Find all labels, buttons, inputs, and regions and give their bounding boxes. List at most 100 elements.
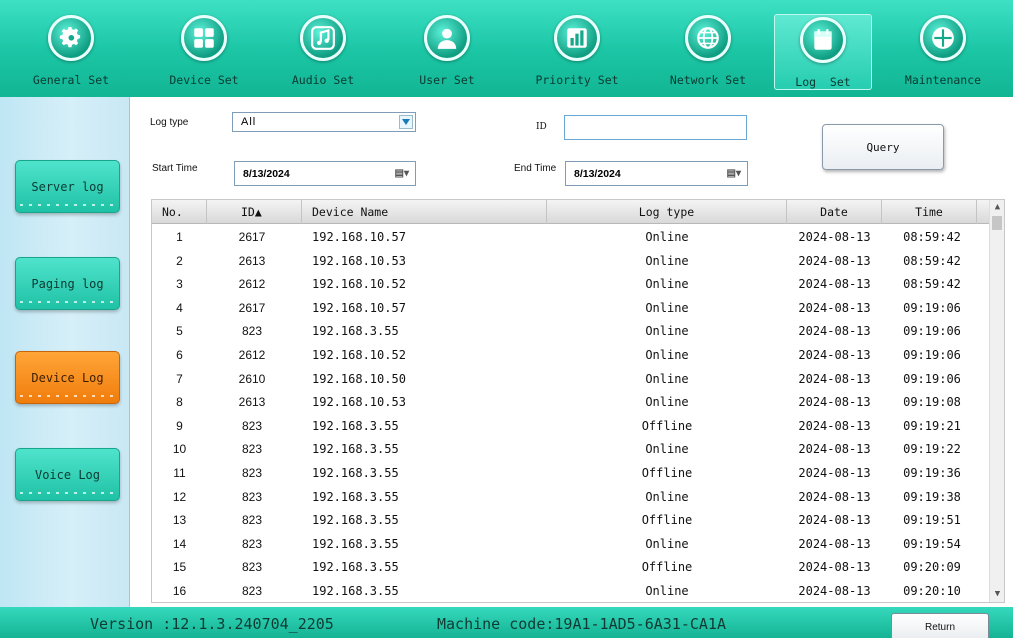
cell-log-type: Online (645, 395, 689, 410)
tab-label: Priority Set (535, 73, 619, 87)
cell-time: 09:19:51 (903, 513, 961, 528)
table-row[interactable]: 6 2612 192.168.10.52 Online 2024-08-13 09:19:… (152, 343, 990, 367)
cell-log-type: Online (645, 442, 689, 457)
cell-device-name: 192.168.10.57 (312, 230, 406, 244)
cell-date: 2024-08-13 (798, 324, 871, 339)
cell-no: 10 (172, 442, 187, 457)
tab-label: General Set (32, 73, 110, 87)
calendar-dropdown-icon[interactable]: ▤▾ (395, 168, 409, 179)
table-row[interactable]: 14 823 192.168.3.55 Online 2024-08-13 09:19:5… (152, 532, 990, 556)
scroll-up-icon[interactable]: ▲ (990, 200, 1004, 215)
cell-date: 2024-08-13 (798, 560, 871, 575)
cell-date: 2024-08-13 (798, 395, 871, 410)
cell-device-name: 192.168.3.55 (312, 513, 399, 528)
scroll-down-icon[interactable]: ▼ (990, 587, 1004, 602)
table-row[interactable]: 11 823 192.168.3.55 Offline 2024-08-13 09:19:… (152, 461, 990, 485)
header-device-name[interactable]: Device Name (302, 200, 547, 224)
cell-id: 2617 (238, 230, 266, 244)
table-row[interactable]: 4 2617 192.168.10.57 Online 2024-08-13 09:19:… (152, 296, 990, 320)
cell-no: 1 (176, 230, 183, 244)
tab-maintenance[interactable]: Maintenance (894, 13, 992, 93)
bar-chart-icon (554, 15, 600, 61)
query-button[interactable]: Query (822, 124, 944, 170)
start-date-picker[interactable]: 8/13/2024 ▤▾ (234, 161, 416, 186)
tab-device-set[interactable]: Device Set (155, 13, 253, 93)
start-time-label: Start Time (152, 163, 198, 174)
table-header: No. ID▲ Device Name Log type Date Time (152, 200, 990, 224)
tab-label: Device Set (169, 73, 239, 87)
cell-log-type: Online (645, 489, 689, 504)
cell-log-type: Online (645, 371, 689, 386)
sidebar-item-paging-log[interactable]: Paging log (15, 257, 120, 310)
cell-no: 6 (176, 348, 183, 362)
user-icon (424, 15, 470, 61)
cell-no: 13 (172, 513, 187, 528)
tab-label: User Set (419, 73, 475, 87)
cell-no: 2 (176, 253, 183, 268)
table-row[interactable]: 3 2612 192.168.10.52 Online 2024-08-13 08:59:… (152, 272, 990, 296)
header-log-type[interactable]: Log type (547, 200, 787, 224)
table-row[interactable]: 8 2613 192.168.10.53 Online 2024-08-13 09:19:… (152, 390, 990, 414)
table-row[interactable]: 13 823 192.168.3.55 Offline 2024-08-13 09:19:… (152, 508, 990, 532)
chevron-down-icon[interactable] (399, 115, 413, 129)
cell-no: 5 (176, 324, 183, 339)
tab-audio-set[interactable]: Audio Set (274, 13, 372, 93)
header-id[interactable]: ID▲ (207, 200, 302, 224)
tab-network-set[interactable]: Network Set (659, 13, 757, 93)
table-row[interactable]: 12 823 192.168.3.55 Online 2024-08-13 09:19:3… (152, 485, 990, 509)
cell-id: 823 (241, 560, 263, 575)
table-row[interactable]: 1 2617 192.168.10.57 Online 2024-08-13 08:59:… (152, 225, 990, 249)
log-sidebar: Server log Paging log Device Log Voice Log (0, 97, 130, 607)
table-row[interactable]: 9 823 192.168.3.55 Offline 2024-08-13 09:19:2… (152, 414, 990, 438)
cell-date: 2024-08-13 (798, 584, 871, 598)
end-date-value: 8/13/2024 (574, 167, 621, 180)
cell-device-name: 192.168.3.55 (312, 489, 399, 504)
cell-log-type: Online (645, 584, 689, 598)
tab-general-set[interactable]: General Set (22, 13, 120, 93)
table-row[interactable]: 7 2610 192.168.10.50 Online 2024-08-13 09:19:… (152, 367, 990, 391)
log-table: No. ID▲ Device Name Log type Date Time 1 2617 1… (151, 199, 1005, 603)
cell-date: 2024-08-13 (798, 348, 871, 362)
id-label: ID (536, 122, 547, 132)
cell-id: 823 (241, 584, 263, 598)
cell-id: 823 (241, 324, 263, 339)
end-date-picker[interactable]: 8/13/2024 ▤▾ (565, 161, 748, 186)
calendar-dropdown-icon[interactable]: ▤▾ (727, 168, 741, 179)
cell-date: 2024-08-13 (798, 253, 871, 268)
table-row[interactable]: 16 823 192.168.3.55 Online 2024-08-13 09:20:1… (152, 579, 990, 602)
header-time[interactable]: Time (882, 200, 977, 224)
music-note-icon (300, 15, 346, 61)
cell-time: 09:19:06 (903, 348, 961, 362)
cell-id: 2610 (238, 371, 266, 386)
table-row[interactable]: 2 2613 192.168.10.53 Online 2024-08-13 08:59:… (152, 249, 990, 273)
table-row[interactable]: 5 823 192.168.3.55 Online 2024-08-13 09:19:06 (152, 319, 990, 343)
cell-no: 12 (172, 489, 187, 504)
cell-time: 09:19:36 (903, 466, 961, 480)
cell-id: 2613 (238, 253, 266, 268)
return-button[interactable]: Return (891, 613, 989, 638)
status-footer: Version :12.1.3.240704_2205 Machine code… (0, 607, 1013, 638)
wrench-icon (920, 15, 966, 61)
cell-log-type: Offline (641, 418, 693, 433)
sidebar-item-voice-log[interactable]: Voice Log (15, 448, 120, 501)
cell-no: 16 (172, 584, 187, 598)
tab-log-set[interactable]: Log Set (774, 14, 872, 90)
cell-no: 7 (176, 371, 183, 386)
cell-log-type: Offline (641, 466, 693, 480)
sidebar-item-server-log[interactable]: Server log (15, 160, 120, 213)
cell-log-type: Online (645, 536, 689, 551)
tab-priority-set[interactable]: Priority Set (528, 13, 626, 93)
vertical-scrollbar[interactable]: ▲ ▼ (989, 200, 1004, 602)
table-row[interactable]: 10 823 192.168.3.55 Online 2024-08-13 09:19:2… (152, 437, 990, 461)
id-input[interactable] (564, 115, 747, 140)
tab-user-set[interactable]: User Set (398, 13, 496, 93)
log-type-select[interactable]: All (232, 112, 416, 132)
scroll-thumb[interactable] (992, 216, 1002, 230)
header-no[interactable]: No. (152, 200, 207, 224)
cell-date: 2024-08-13 (798, 300, 871, 315)
cell-date: 2024-08-13 (798, 277, 871, 292)
cell-device-name: 192.168.10.50 (312, 371, 406, 386)
sidebar-item-device-log[interactable]: Device Log (15, 351, 120, 404)
table-row[interactable]: 15 823 192.168.3.55 Offline 2024-08-13 09:20:… (152, 555, 990, 579)
header-date[interactable]: Date (787, 200, 882, 224)
